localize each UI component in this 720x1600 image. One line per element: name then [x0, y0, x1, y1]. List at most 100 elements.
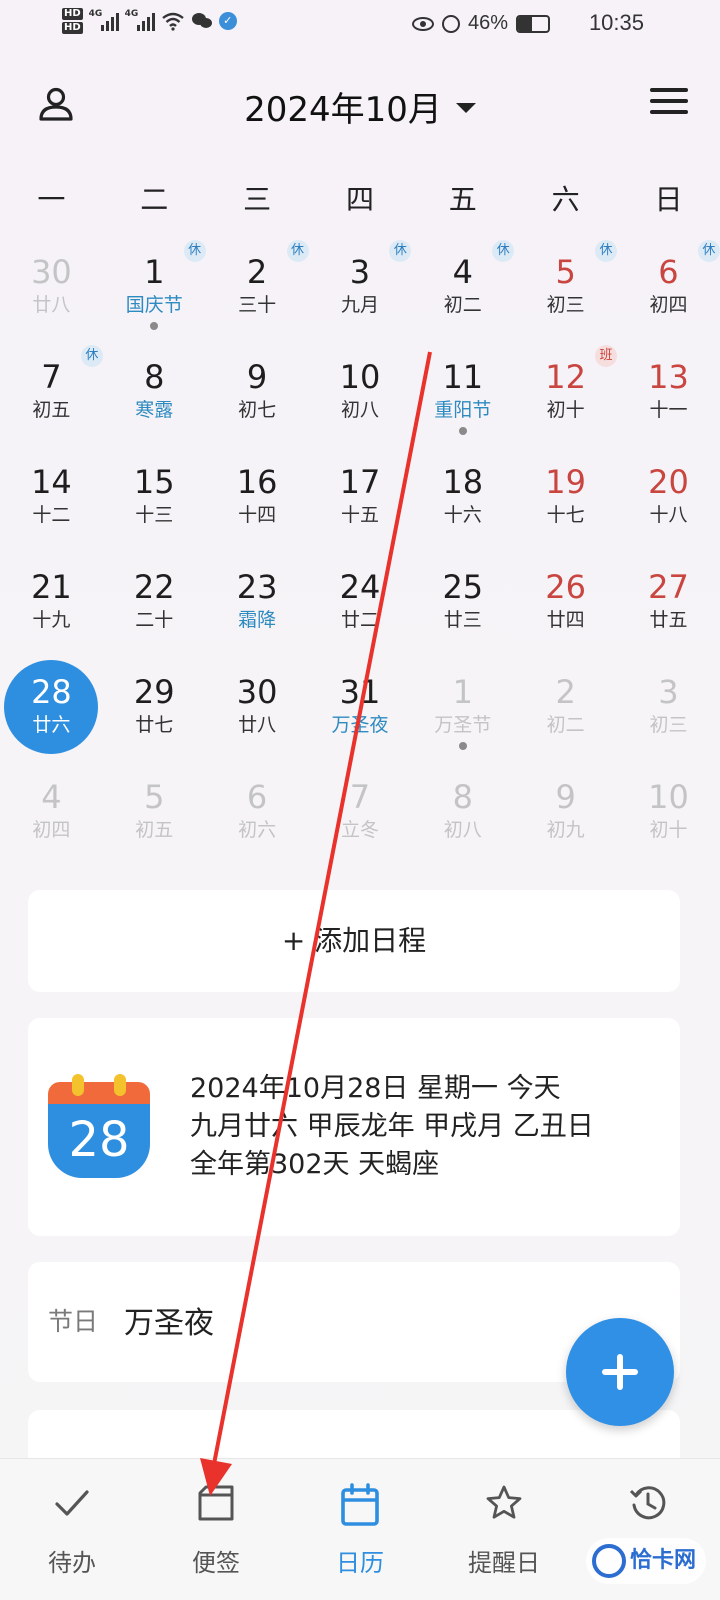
nav-reminder-days[interactable]: 提醒日 [432, 1459, 576, 1600]
lunar-date: 初三 [546, 294, 585, 316]
wechat-icon [191, 13, 212, 28]
nav-todo[interactable]: 待办 [0, 1459, 144, 1600]
calendar-day[interactable]: 7 立冬 [309, 765, 412, 870]
holiday-badge: 休 [80, 345, 103, 367]
calendar-day[interactable]: 8 初八 [411, 765, 514, 870]
calendar-day[interactable]: 13 十一 [617, 345, 720, 450]
day-number: 31 [339, 673, 381, 711]
lunar-date: 廿七 [135, 714, 174, 736]
status-bar: HD HD 4G 4G ✓ 46% 10:35 [0, 0, 720, 50]
note-icon [198, 1485, 234, 1521]
alarm-icon [441, 14, 460, 33]
calendar-day[interactable]: 15 十三 [103, 450, 206, 555]
calendar-day[interactable]: 4 初二休 [411, 240, 515, 345]
calendar-day[interactable]: 7 初五休 [0, 345, 103, 450]
lunar-date: 初十 [649, 819, 688, 841]
lunar-date: 十四 [238, 504, 277, 526]
calendar-day[interactable]: 2 初二 [514, 660, 617, 765]
day-number: 17 [339, 463, 381, 501]
lunar-date: 初六 [238, 819, 277, 841]
lunar-date: 初八 [340, 399, 379, 421]
calendar-day[interactable]: 30 廿八 [206, 660, 309, 765]
calendar-day[interactable]: 26 廿四 [514, 555, 617, 660]
calendar-day[interactable]: 27 廿五 [617, 555, 720, 660]
calendar-day[interactable]: 6 初四休 [617, 240, 720, 345]
month-selector[interactable]: 2024年10月 [0, 82, 720, 131]
lunar-date: 初二 [443, 294, 482, 316]
lunar-date: 十二 [32, 504, 71, 526]
calendar-day[interactable]: 11 重阳节 [411, 345, 514, 450]
calendar-day[interactable]: 31 万圣夜 [309, 660, 412, 765]
calendar-day[interactable]: 9 初七 [206, 345, 309, 450]
calendar-day[interactable]: 1 万圣节 [411, 660, 514, 765]
calendar-day[interactable]: 17 十五 [309, 450, 412, 555]
history-icon [629, 1486, 666, 1520]
add-schedule-button[interactable]: + 添加日程 [28, 890, 680, 992]
calendar-day[interactable]: 22 二十 [103, 555, 206, 660]
lunar-date: 廿八 [32, 294, 71, 316]
day-number: 11 [442, 358, 484, 396]
lunar-date: 初四 [32, 819, 71, 841]
lunar-date: 三十 [238, 294, 277, 316]
day-number: 26 [545, 568, 586, 606]
calendar-day[interactable]: 10 初八 [309, 345, 412, 450]
battery-fill [518, 16, 532, 31]
today-info-card[interactable]: 28 2024年10月28日 星期一 今天 九月廿六 甲辰龙年 甲戌月 乙丑日 … [28, 1018, 680, 1236]
nav-notes[interactable]: 便签 [144, 1459, 288, 1600]
calendar-day[interactable]: 18 十六 [411, 450, 514, 555]
calendar-day[interactable]: 2 三十休 [206, 240, 309, 345]
calendar-day[interactable]: 6 初六 [206, 765, 309, 870]
calendar-week-row: 14 十二 15 十三 16 十四 17 十五 18 十六 19 十七 20 十八 [0, 450, 720, 555]
calendar-week-row: 4 初四 5 初五 6 初六 7 立冬 8 初八 9 初九 10 初十 [0, 765, 720, 870]
calendar-day[interactable]: 10 初十 [617, 765, 720, 870]
battery-percent: 46% [467, 12, 508, 34]
day-number: 10 [339, 358, 381, 396]
weekday-row: 一 二 三 四 五 六 日 [0, 178, 720, 218]
calendar-day[interactable]: 19 十七 [514, 450, 617, 555]
calendar-week-row: 21 十九 22 二十 23 霜降 24 廿二 25 廿三 26 廿四 27 廿五 [0, 555, 720, 660]
calendar-day[interactable]: 30 廿八 [0, 240, 103, 345]
signal-icon: 4G [89, 9, 119, 31]
calendar-day[interactable]: 21 十九 [0, 555, 103, 660]
lunar-date: 十三 [135, 504, 174, 526]
calendar-week-row: 7 初五休 8 寒露 9 初七 10 初八 11 重阳节 12 初十班 13 十一 [0, 345, 720, 450]
calendar-day[interactable]: 24 廿二 [309, 555, 412, 660]
calendar-day[interactable]: 8 寒露 [103, 345, 206, 450]
calendar-day[interactable]: 12 初十班 [514, 345, 618, 450]
calendar-day[interactable]: 14 十二 [0, 450, 103, 555]
calendar-day[interactable]: 9 初九 [514, 765, 617, 870]
workday-badge: 班 [595, 345, 618, 367]
calendar-week-row: 30 廿八 1 国庆节休 2 三十休 3 九月休 4 初二休 5 初三休 6 初四休 [0, 240, 720, 345]
calendar-day[interactable]: 5 初三休 [514, 240, 618, 345]
day-number: 22 [133, 568, 175, 606]
calendar-day[interactable]: 29 廿七 [103, 660, 206, 765]
lunar-date: 廿三 [443, 609, 482, 631]
lunar-date: 廿五 [649, 609, 688, 631]
calendar-day[interactable]: 1 国庆节休 [103, 240, 206, 345]
festival-label: 国庆节 [125, 294, 183, 316]
calendar-day-today[interactable]: 28 廿六 [0, 660, 103, 765]
calendar-day[interactable]: 16 十四 [206, 450, 309, 555]
lunar-date: 初九 [546, 819, 585, 841]
calendar-day[interactable]: 3 九月休 [309, 240, 412, 345]
lunar-date: 十六 [443, 504, 482, 526]
calendar-day[interactable]: 25 廿三 [411, 555, 514, 660]
day-number: 30 [31, 253, 72, 291]
nav-calendar[interactable]: 日历 [288, 1459, 432, 1600]
calendar-day-icon: 28 [48, 1074, 150, 1178]
day-number: 9 [246, 358, 268, 396]
add-schedule-label: + 添加日程 [281, 924, 427, 957]
eye-comfort-icon [411, 16, 434, 31]
nav-label: 日历 [336, 1549, 384, 1577]
calendar-day[interactable]: 20 十八 [617, 450, 720, 555]
site-watermark: 恰卡网 [586, 1538, 706, 1584]
calendar-day[interactable]: 23 霜降 [206, 555, 309, 660]
day-number: 2 [555, 673, 576, 711]
calendar-day[interactable]: 5 初五 [103, 765, 206, 870]
calendar-day[interactable]: 4 初四 [0, 765, 103, 870]
calendar-day[interactable]: 3 初三 [617, 660, 720, 765]
menu-icon[interactable] [650, 88, 688, 116]
lunar-date: 廿四 [546, 609, 585, 631]
app-notification-icon: ✓ [218, 12, 237, 30]
add-event-fab[interactable] [566, 1318, 674, 1426]
